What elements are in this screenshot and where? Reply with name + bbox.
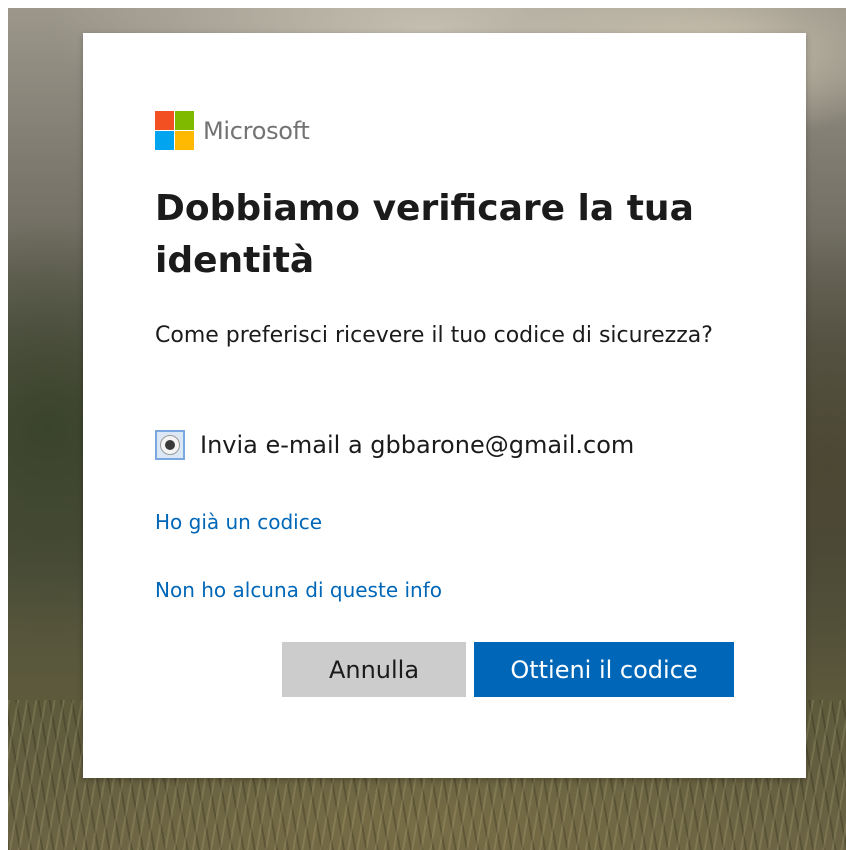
page-subtitle: Come preferisci ricevere il tuo codice d… bbox=[155, 323, 713, 348]
verification-dialog: Microsoft Dobbiamo verificare la tua ide… bbox=[83, 33, 806, 778]
radio-circle-icon bbox=[160, 435, 180, 455]
have-code-link[interactable]: Ho già un codice bbox=[155, 510, 322, 534]
page-title: Dobbiamo verificare la tua identità bbox=[155, 188, 694, 281]
get-code-button[interactable]: Ottieni il codice bbox=[474, 642, 734, 697]
microsoft-logo-text: Microsoft bbox=[203, 116, 310, 145]
no-info-link[interactable]: Non ho alcuna di queste info bbox=[155, 578, 442, 602]
radio-selected-dot bbox=[165, 440, 175, 450]
microsoft-logo-icon bbox=[155, 111, 194, 150]
microsoft-logo: Microsoft bbox=[155, 111, 310, 150]
email-option-label[interactable]: Invia e-mail a gbbarone@gmail.com bbox=[200, 431, 634, 459]
email-option-radio[interactable] bbox=[155, 430, 185, 460]
cancel-button[interactable]: Annulla bbox=[282, 642, 466, 697]
email-option[interactable]: Invia e-mail a gbbarone@gmail.com bbox=[155, 430, 634, 460]
